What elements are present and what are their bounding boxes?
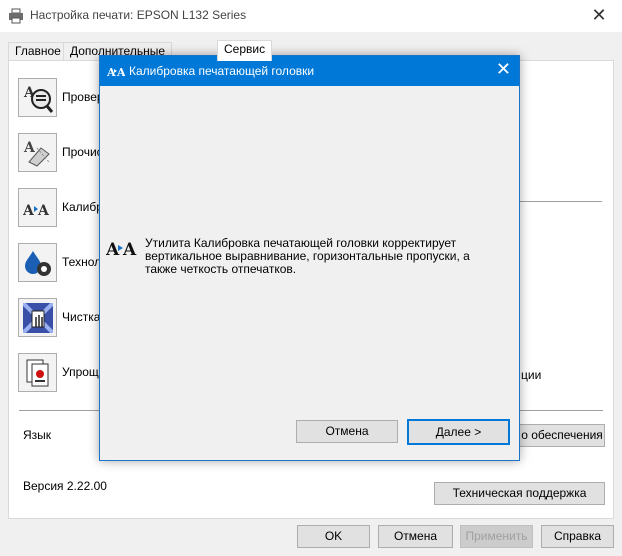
head-alignment-icon: A A: [107, 66, 125, 78]
power-cleaning-button[interactable]: [18, 298, 57, 337]
software-info-button[interactable]: о обеспечения: [519, 424, 605, 447]
version-label: Версия 2.22.00: [23, 479, 107, 493]
dialog-title: Калибровка печатающей головки: [129, 64, 315, 78]
separator-right: [520, 201, 602, 202]
head-cleaning-label: Прочис: [62, 145, 103, 159]
window-titlebar: Настройка печати: EPSON L132 Series ✕: [0, 0, 622, 32]
nozzle-check-label: Провер: [62, 90, 104, 104]
head-alignment-label: Калибр: [62, 200, 103, 214]
dialog-close-button[interactable]: ✕: [496, 59, 511, 80]
help-button[interactable]: Справка: [541, 525, 614, 548]
simplified-button[interactable]: [18, 353, 57, 392]
head-cleaning-button[interactable]: A: [18, 133, 57, 172]
dialog-description: Утилита Калибровка печатающей головки ко…: [145, 236, 470, 276]
head-alignment-button[interactable]: A A: [18, 188, 57, 227]
tab-main[interactable]: Главное: [8, 42, 68, 60]
svg-text:A: A: [122, 240, 137, 258]
cancel-button[interactable]: Отмена: [378, 525, 453, 548]
technical-support-button[interactable]: Техническая поддержка: [434, 482, 605, 505]
apply-button[interactable]: Применить: [460, 525, 533, 548]
svg-text:A: A: [23, 203, 35, 219]
svg-text:A: A: [23, 140, 36, 156]
power-cleaning-icon: [23, 303, 53, 333]
window-title: Настройка печати: EPSON L132 Series: [30, 8, 247, 22]
nozzle-check-button[interactable]: A: [18, 78, 57, 117]
svg-text:A: A: [116, 66, 125, 78]
svg-text:A: A: [37, 203, 50, 219]
head-alignment-icon: A A: [106, 240, 137, 258]
nozzle-check-icon: A: [23, 85, 53, 113]
dialog-cancel-button[interactable]: Отмена: [296, 420, 398, 443]
language-label: Язык: [23, 428, 52, 442]
head-cleaning-icon: A: [23, 140, 50, 167]
power-cleaning-label: Чистка: [62, 310, 101, 324]
tab-service[interactable]: Сервис: [217, 40, 273, 61]
svg-text:A: A: [106, 240, 120, 258]
simplified-icon: [26, 359, 49, 387]
printer-icon: [9, 8, 23, 24]
ok-button[interactable]: OK: [297, 525, 370, 548]
ink-technical-icon: [25, 251, 51, 276]
head-alignment-icon: A A: [23, 203, 50, 219]
head-alignment-dialog: A A Калибровка печатающей головки ✕ A A …: [99, 55, 520, 461]
dialog-next-button[interactable]: Далее >: [407, 419, 510, 445]
dialog-titlebar: A A Калибровка печатающей головки ✕: [100, 56, 519, 86]
window-close-button[interactable]: ✕: [576, 0, 622, 32]
tool-right-text: ции: [521, 368, 542, 382]
ink-technical-button[interactable]: [18, 243, 57, 282]
